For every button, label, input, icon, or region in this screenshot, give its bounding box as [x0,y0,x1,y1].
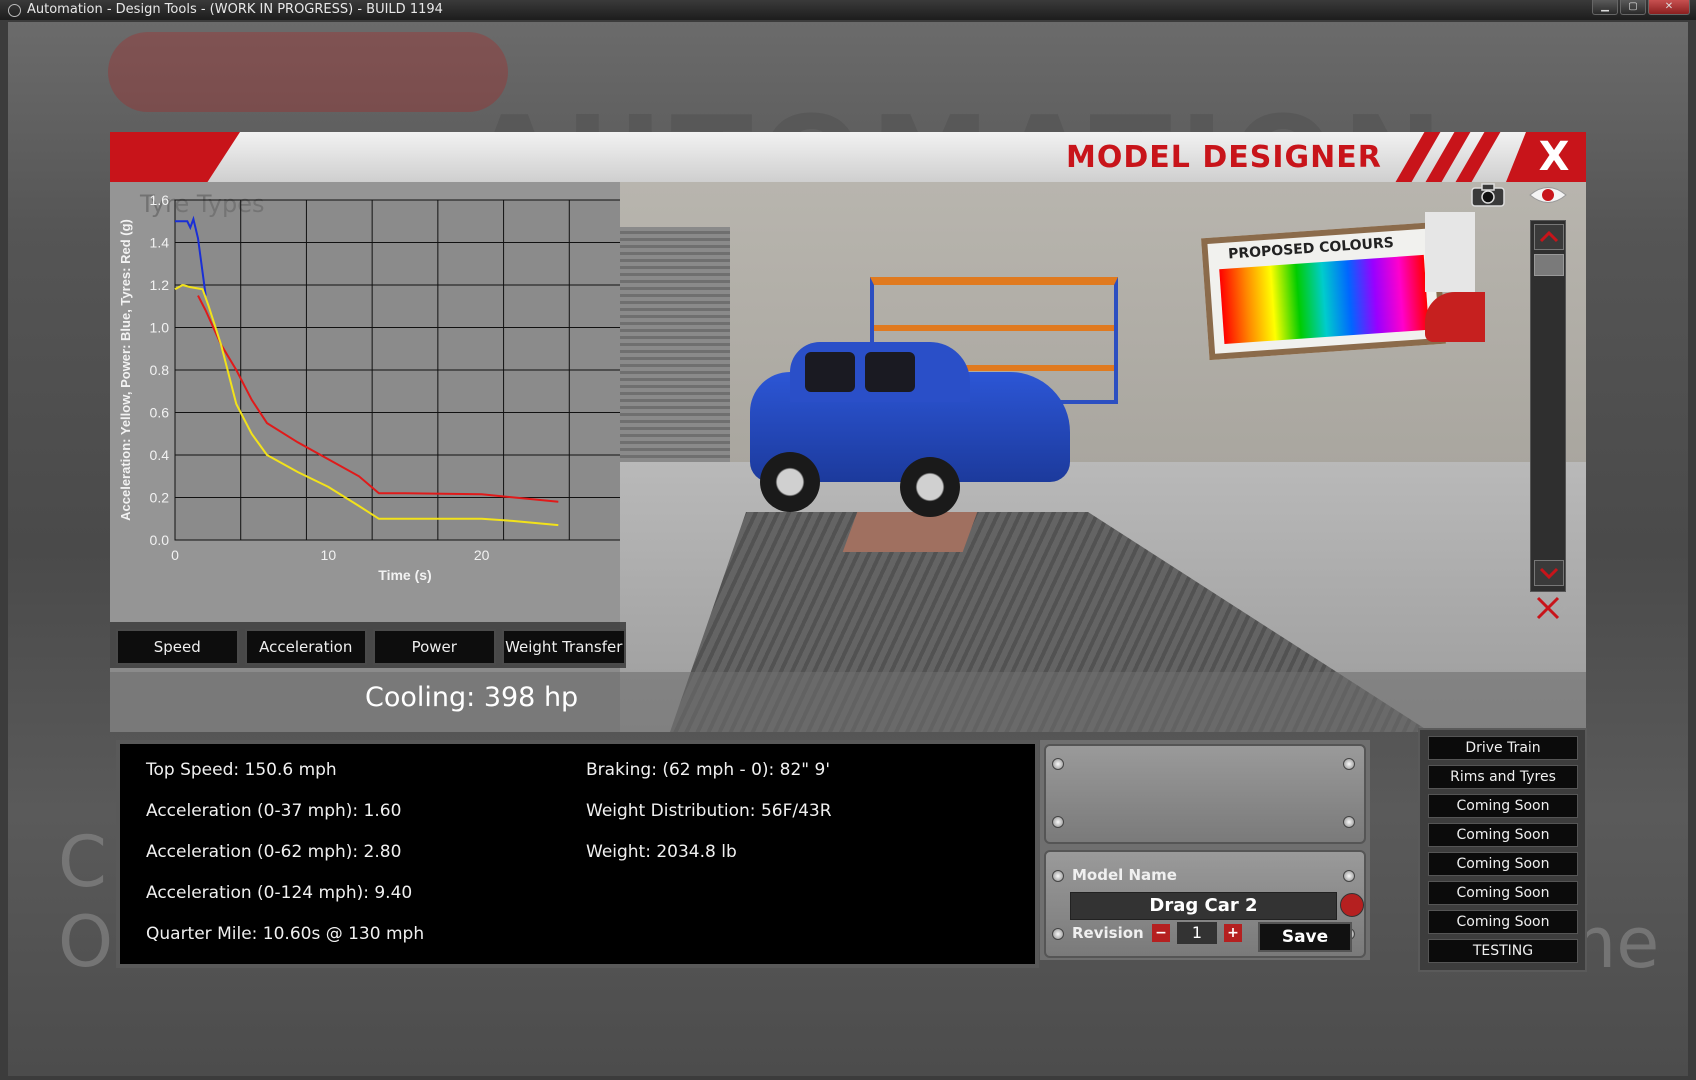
tab-acceleration[interactable]: Acceleration [244,629,367,665]
x-axis-label: Time (s) [378,567,431,583]
rivet [1343,870,1355,882]
graph-tabs: Speed Acceleration Power Weight Transfer [110,622,626,668]
y-axis-label: Acceleration: Yellow, Power: Blue, Tyres… [118,219,133,521]
x-tick-label: 10 [321,547,337,563]
y-tick-label: 0.8 [150,362,170,378]
stats-column-right: Braking: (62 mph - 0): 82" 9' Weight Dis… [586,750,832,873]
menu-coming-soon[interactable]: Coming Soon [1428,794,1578,818]
window-title: Automation - Design Tools - (WORK IN PRO… [27,2,443,17]
scroll-thumb[interactable] [1534,254,1564,276]
garage-viewport[interactable]: PROPOSED COLOURS Tyre Types 0.00.20.40.6… [110,182,1586,732]
y-tick-label: 0.0 [150,532,170,548]
stat-braking: Braking: (62 mph - 0): 82" 9' [586,760,830,780]
revision-value[interactable]: 1 [1177,922,1217,944]
y-tick-label: 1.0 [150,320,170,336]
revision-decrease-button[interactable]: − [1152,924,1170,942]
scroll-down-icon[interactable] [1534,560,1564,586]
stat-weight: Weight: 2034.8 lb [586,842,737,862]
model-name-label: Model Name [1072,866,1177,884]
performance-stats-panel: Top Speed: 150.6 mph Acceleration (0-37 … [116,740,1039,968]
stat-top-speed: Top Speed: 150.6 mph [146,760,337,780]
y-tick-label: 1.2 [150,277,170,293]
car-window [805,352,855,392]
window-close-button[interactable]: ✕ [1648,0,1690,15]
window-controls: ▁ ▢ ✕ [1592,0,1690,18]
revision-label: Revision [1072,924,1144,942]
model-designer-banner: MODEL DESIGNER X [110,132,1586,182]
app-icon [8,4,21,17]
car-wheel [760,452,820,512]
menu-rims-and-tyres[interactable]: Rims and Tyres [1428,765,1578,789]
banner-title: MODEL DESIGNER [1066,140,1382,175]
camera-icon[interactable] [1468,182,1508,208]
rivet [1052,816,1064,828]
stat-weight-distribution: Weight Distribution: 56F/43R [586,801,832,821]
stat-quarter-mile: Quarter Mile: 10.60s @ 130 mph [146,924,425,944]
rivet [1052,870,1064,882]
menu-coming-soon[interactable]: Coming Soon [1428,910,1578,934]
stats-column-left: Top Speed: 150.6 mph Acceleration (0-37 … [146,750,424,955]
model-name-panel: Model Name Drag Car 2 Revision − 1 + Sav… [1040,740,1370,960]
tab-speed[interactable]: Speed [116,629,239,665]
menu-coming-soon[interactable]: Coming Soon [1428,852,1578,876]
menu-testing[interactable]: TESTING [1428,939,1578,963]
colour-swatches [1219,254,1429,345]
maximize-button[interactable]: ▢ [1620,0,1646,15]
garage-shutter [620,227,730,467]
background-ghost-text-left: C O [58,821,114,983]
menu-coming-soon[interactable]: Coming Soon [1428,823,1578,847]
reset-name-icon[interactable] [1340,893,1364,917]
y-tick-label: 0.6 [150,405,170,421]
stat-acceleration-124: Acceleration (0-124 mph): 9.40 [146,883,413,903]
car-window [865,352,915,392]
menu-drive-train[interactable]: Drive Train [1428,736,1578,760]
performance-chart: 0.00.20.40.60.81.01.21.41.60102030Time (… [118,192,620,583]
y-tick-label: 0.4 [150,447,170,463]
rivet [1343,816,1355,828]
tab-weight-transfer[interactable]: Weight Transfer [501,629,626,665]
x-tick-label: 0 [171,547,179,563]
x-tick-label: 20 [474,547,490,563]
cooling-bar: Cooling: 398 hp [110,672,1586,732]
background-logo [108,32,508,112]
side-thumbnail-1[interactable] [1425,212,1475,292]
side-thumbnail-2[interactable] [1425,292,1485,342]
minimize-button[interactable]: ▁ [1592,0,1618,15]
blank-plate [1044,744,1366,844]
cooling-readout: Cooling: 398 hp [365,682,579,713]
banner-red-accent-left [110,132,240,182]
performance-graph-panel: Tyre Types 0.00.20.40.60.81.01.21.41.601… [110,182,620,622]
proposed-colours-board: PROPOSED COLOURS [1201,221,1446,361]
tab-power[interactable]: Power [373,629,496,665]
close-designer-button[interactable]: X [1534,134,1574,180]
rivet [1052,758,1064,770]
rivet [1052,928,1064,940]
scroll-up-icon[interactable] [1534,224,1564,250]
window-titlebar: Automation - Design Tools - (WORK IN PRO… [0,0,1696,20]
y-tick-label: 0.2 [150,490,170,506]
eye-icon[interactable] [1528,182,1568,208]
model-name-input[interactable]: Drag Car 2 [1070,892,1337,920]
designer-section-menu: Drive Train Rims and Tyres Coming Soon C… [1418,728,1587,972]
close-views-icon[interactable] [1528,594,1568,622]
shelf-plank [874,325,1114,331]
stat-acceleration-37: Acceleration (0-37 mph): 1.60 [146,801,402,821]
save-button[interactable]: Save [1258,922,1352,952]
rivet [1343,758,1355,770]
y-tick-label: 1.6 [150,192,170,208]
stat-acceleration-62: Acceleration (0-62 mph): 2.80 [146,842,402,862]
car-model[interactable] [750,342,1080,522]
menu-coming-soon[interactable]: Coming Soon [1428,881,1578,905]
y-tick-label: 1.4 [150,235,170,251]
revision-increase-button[interactable]: + [1224,924,1242,942]
car-wheel [900,457,960,517]
